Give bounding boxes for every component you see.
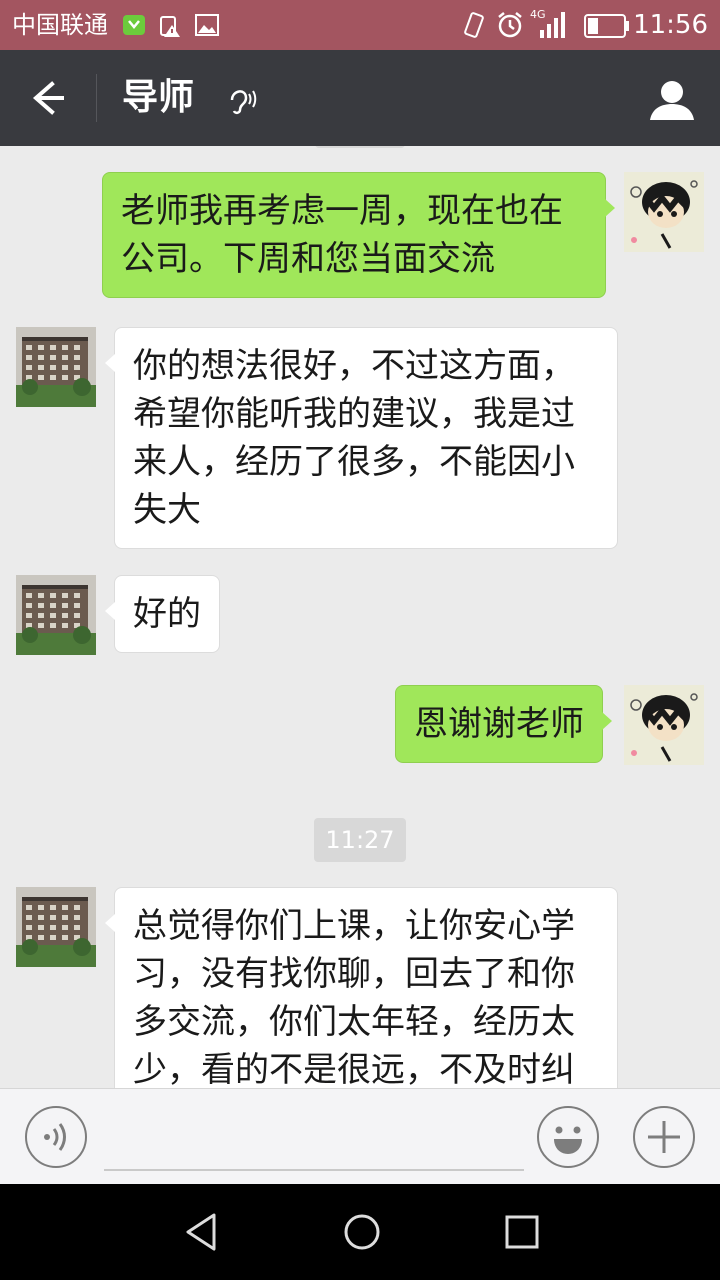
nav-recent-apps-button[interactable] (500, 1210, 544, 1254)
nav-home-button[interactable] (340, 1210, 384, 1254)
voice-input-icon (25, 1106, 87, 1168)
message-input[interactable] (104, 1103, 524, 1171)
alarm-icon (496, 11, 524, 45)
message-timestamp: 11:27 (314, 818, 406, 862)
message-bubble-outgoing[interactable]: 恩谢谢老师 (395, 685, 612, 763)
nav-home-icon (344, 1214, 380, 1250)
signal-icon: 4G (528, 6, 572, 46)
vibrate-icon (460, 11, 486, 45)
teacher-avatar[interactable] (16, 575, 96, 655)
voice-input-button[interactable] (24, 1105, 88, 1169)
system-nav-bar (0, 1184, 720, 1280)
partial-timestamp (315, 146, 405, 148)
status-bar: 中国联通 4G 11:56 (0, 0, 720, 50)
building-photo-icon (16, 887, 96, 967)
chat-title: 导师 (122, 77, 195, 118)
my-avatar[interactable] (624, 685, 704, 765)
chat-messages[interactable]: 老师我再考虑一周，现在也在公司。下周和您当面交流 你的想法很好，不过这方面，希望… (0, 146, 720, 1088)
message-bubble-incoming[interactable]: 你的想法很好，不过这方面，希望你能听我的建议，我是过来人，经历了很多，不能因小失… (105, 327, 618, 549)
nav-back-icon (186, 1213, 216, 1251)
nav-recent-apps-icon (505, 1215, 539, 1249)
building-photo-icon (16, 327, 96, 407)
teacher-avatar[interactable] (16, 327, 96, 407)
more-options-button[interactable] (632, 1105, 696, 1169)
earpiece-mode-icon (224, 82, 258, 120)
cartoon-avatar-icon (624, 685, 704, 765)
message-bubble-incoming[interactable]: 好的 (105, 575, 220, 653)
building-photo-icon (16, 575, 96, 655)
message-bubble-outgoing[interactable]: 老师我再考虑一周，现在也在公司。下周和您当面交流 (102, 172, 615, 298)
contact-profile-icon (650, 81, 694, 120)
chat-header: 导师 (0, 50, 720, 146)
warning-icon (158, 11, 184, 45)
carrier-name: 中国联通 (12, 11, 108, 39)
header-divider (96, 74, 97, 122)
input-bar (0, 1088, 720, 1185)
more-plus-icon (633, 1106, 695, 1168)
emoji-icon (537, 1106, 599, 1168)
emoji-button[interactable] (536, 1105, 600, 1169)
image-icon (194, 11, 220, 45)
back-button[interactable] (20, 74, 76, 122)
wechat-notification-icon (122, 11, 146, 45)
nav-back-button[interactable] (180, 1210, 224, 1254)
contact-profile-button[interactable] (646, 74, 698, 126)
back-arrow-icon (32, 81, 64, 115)
status-time: 11:56 (633, 10, 708, 40)
teacher-avatar[interactable] (16, 887, 96, 967)
cartoon-avatar-icon (624, 172, 704, 252)
battery-icon (584, 13, 630, 45)
network-type: 4G (530, 8, 546, 21)
my-avatar[interactable] (624, 172, 704, 252)
message-bubble-incoming[interactable]: 总觉得你们上课，让你安心学习，没有找你聊，回去了和你多交流，你们太年轻，经历太少… (105, 887, 618, 1088)
